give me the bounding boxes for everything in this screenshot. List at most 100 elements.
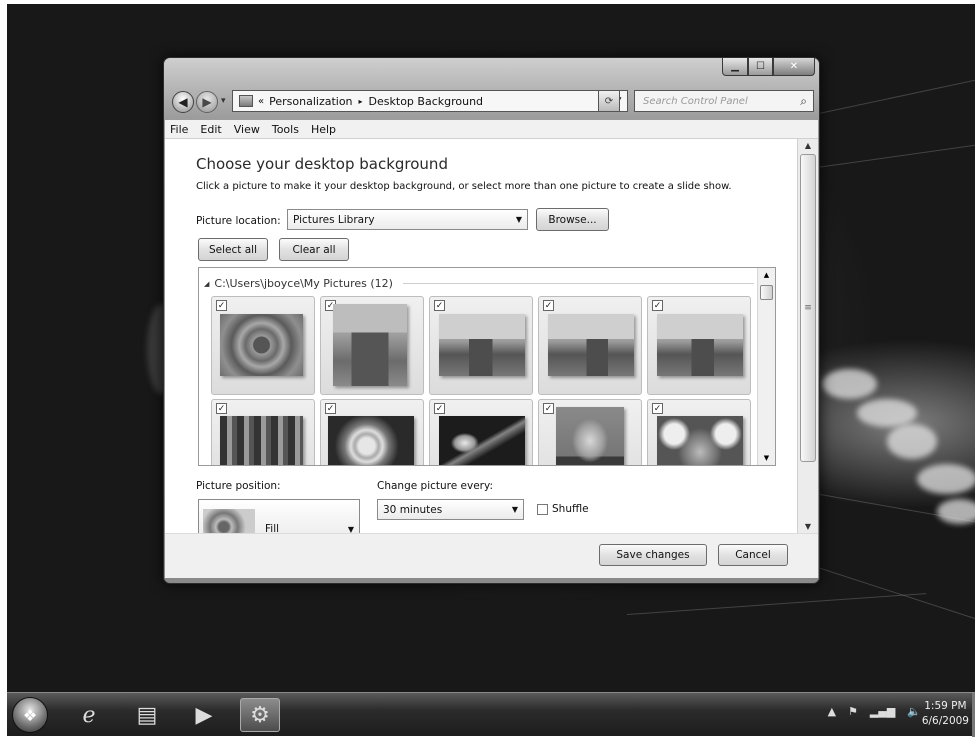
thumbnail-butte-portrait [333,304,407,386]
fill-preview-icon [203,509,255,533]
picture-location-select[interactable]: Pictures Library ▼ [287,209,528,230]
picture-gallery: ◢ C:\Users\jboyce\My Pictures (12) ✓ ✓ ✓ [198,267,776,466]
thumbnail-tile[interactable]: ✓ [211,296,315,395]
scroll-down-icon[interactable]: ▼ [798,522,818,531]
gallery-scrollbar[interactable]: ▲ ▼ [757,268,775,465]
thumbnail-tile[interactable]: ✓ [211,399,315,465]
select-all-button[interactable]: Select all [198,238,268,261]
group-header-label: C:\Users\jboyce\My Pictures (12) [214,277,393,290]
show-desktop-button[interactable] [972,693,975,737]
cancel-button[interactable]: Cancel [718,544,788,566]
search-input[interactable]: Search Control Panel ⌕ [634,90,814,112]
content-scrollbar[interactable]: ▲ ≡ ▼ [797,139,818,533]
picture-position-value: Fill [265,523,280,533]
gallery-scroll-thumb[interactable] [760,285,773,300]
windows-explorer-icon[interactable]: ▤ [127,698,167,732]
thumbnail-checkbox[interactable]: ✓ [652,403,663,414]
search-icon[interactable]: ⌕ [800,94,807,109]
scroll-up-icon[interactable]: ▲ [758,271,775,279]
taskbar: ❖ ℯ ▤ ▶ ⚙ ▲ ⚑ ▂▄▆ 🔈 1:59 PM 6/6/2009 [7,692,975,737]
refresh-button[interactable]: ⟳ [598,90,620,112]
action-center-flag-icon[interactable]: ⚑ [848,705,858,718]
breadcrumb-personalization[interactable]: Personalization [269,95,352,108]
thumbnail-desert-butte [548,314,634,376]
address-bar[interactable]: « Personalization ▸ Desktop Background ▼ [232,90,628,112]
notification-area: ▲ ⚑ ▂▄▆ 🔈 [828,705,921,718]
thumbnail-checkbox[interactable]: ✓ [543,403,554,414]
menu-edit[interactable]: Edit [195,123,228,136]
content-scroll-thumb[interactable]: ≡ [800,154,816,462]
thumbnail-man-portrait [556,407,624,465]
network-signal-icon[interactable]: ▂▄▆ [870,705,895,718]
thumbnail-desert-butte [439,314,525,376]
breadcrumb-desktop-background[interactable]: Desktop Background [369,95,484,108]
shuffle-option[interactable]: Shuffle [537,503,589,515]
thumbnail-checkbox[interactable]: ✓ [434,300,445,311]
thumbnail-jellyfish [439,416,525,465]
start-button[interactable]: ❖ [12,697,48,733]
thumbnail-checkbox[interactable]: ✓ [216,300,227,311]
menu-help[interactable]: Help [306,123,343,136]
scroll-up-icon[interactable]: ▲ [798,141,818,150]
thumbnail-tile[interactable]: ✓ [647,296,751,395]
gallery-group-header[interactable]: ◢ C:\Users\jboyce\My Pictures (12) [204,277,754,290]
minimize-button[interactable]: ▁ [722,58,748,76]
save-changes-button[interactable]: Save changes [599,544,707,566]
chevron-down-icon: ▼ [511,505,519,514]
browse-button[interactable]: Browse... [536,208,609,231]
search-placeholder: Search Control Panel [643,95,748,107]
picture-position-label: Picture position: [196,480,281,492]
address-overflow-chevron[interactable]: « [258,96,264,107]
back-button[interactable]: ◀ [172,91,194,113]
thumbnail-tile[interactable]: ✓ [429,399,533,465]
show-hidden-icons-icon[interactable]: ▲ [828,705,836,718]
menu-view[interactable]: View [229,123,267,136]
forward-arrow-icon: ▶ [202,95,212,109]
shuffle-checkbox[interactable] [537,503,548,515]
menu-tools[interactable]: Tools [267,123,306,136]
clock-date: 6/6/2009 [921,715,969,727]
taskbar-clock[interactable]: 1:59 PM 6/6/2009 [922,699,969,729]
forward-button[interactable]: ▶ [196,91,218,113]
thumbnail-tile[interactable]: ✓ [647,399,751,465]
breadcrumb-separator-icon[interactable]: ▸ [359,97,363,106]
group-divider [402,283,754,284]
content-pane: Choose your desktop background Click a p… [165,139,797,533]
desktop-background-window: ▁ ☐ ✕ ◀ ▶ ▾ « Personalization ▸ Desktop … [163,57,820,584]
close-button[interactable]: ✕ [773,58,815,76]
volume-icon[interactable]: 🔈 [907,705,921,718]
control-panel-icon [239,95,253,107]
picture-location-label: Picture location: [196,215,281,227]
collapse-triangle-icon[interactable]: ◢ [204,280,209,288]
thumbnail-koala [657,416,743,465]
thumbnail-checkbox[interactable]: ✓ [325,403,336,414]
internet-explorer-icon[interactable]: ℯ [69,698,109,732]
thumbnail-tile[interactable]: ✓ [538,399,642,465]
windows-logo-icon: ❖ [22,705,38,725]
change-picture-label: Change picture every: [377,480,493,492]
menu-file[interactable]: File [165,123,195,136]
change-picture-value: 30 minutes [383,503,443,516]
control-panel-taskbar-button[interactable]: ⚙ [240,698,280,732]
thumbnail-tile[interactable]: ✓ [538,296,642,395]
maximize-button[interactable]: ☐ [748,58,773,76]
clear-all-button[interactable]: Clear all [279,238,349,261]
change-picture-interval-select[interactable]: 30 minutes ▼ [377,499,524,520]
thumbnail-tile[interactable]: ✓ [429,296,533,395]
refresh-icon: ⟳ [604,95,614,107]
thumbnail-family-group [220,416,303,465]
thumbnail-tile[interactable]: ✓ [320,399,424,465]
thumbnail-tile[interactable]: ✓ [320,296,424,395]
media-player-icon[interactable]: ▶ [184,698,224,732]
picture-position-select[interactable]: Fill ▼ [198,499,360,533]
shuffle-label: Shuffle [552,503,589,515]
scroll-down-icon[interactable]: ▼ [758,454,775,462]
recent-pages-button[interactable]: ▾ [221,96,226,106]
thumbnail-checkbox[interactable]: ✓ [652,300,663,311]
thumbnail-checkbox[interactable]: ✓ [434,403,445,414]
thumbnail-checkbox[interactable]: ✓ [543,300,554,311]
chevron-down-icon: ▼ [347,524,355,534]
clock-time: 1:59 PM [924,700,967,712]
thumbnail-checkbox[interactable]: ✓ [216,403,227,414]
page-title: Choose your desktop background [196,155,448,173]
